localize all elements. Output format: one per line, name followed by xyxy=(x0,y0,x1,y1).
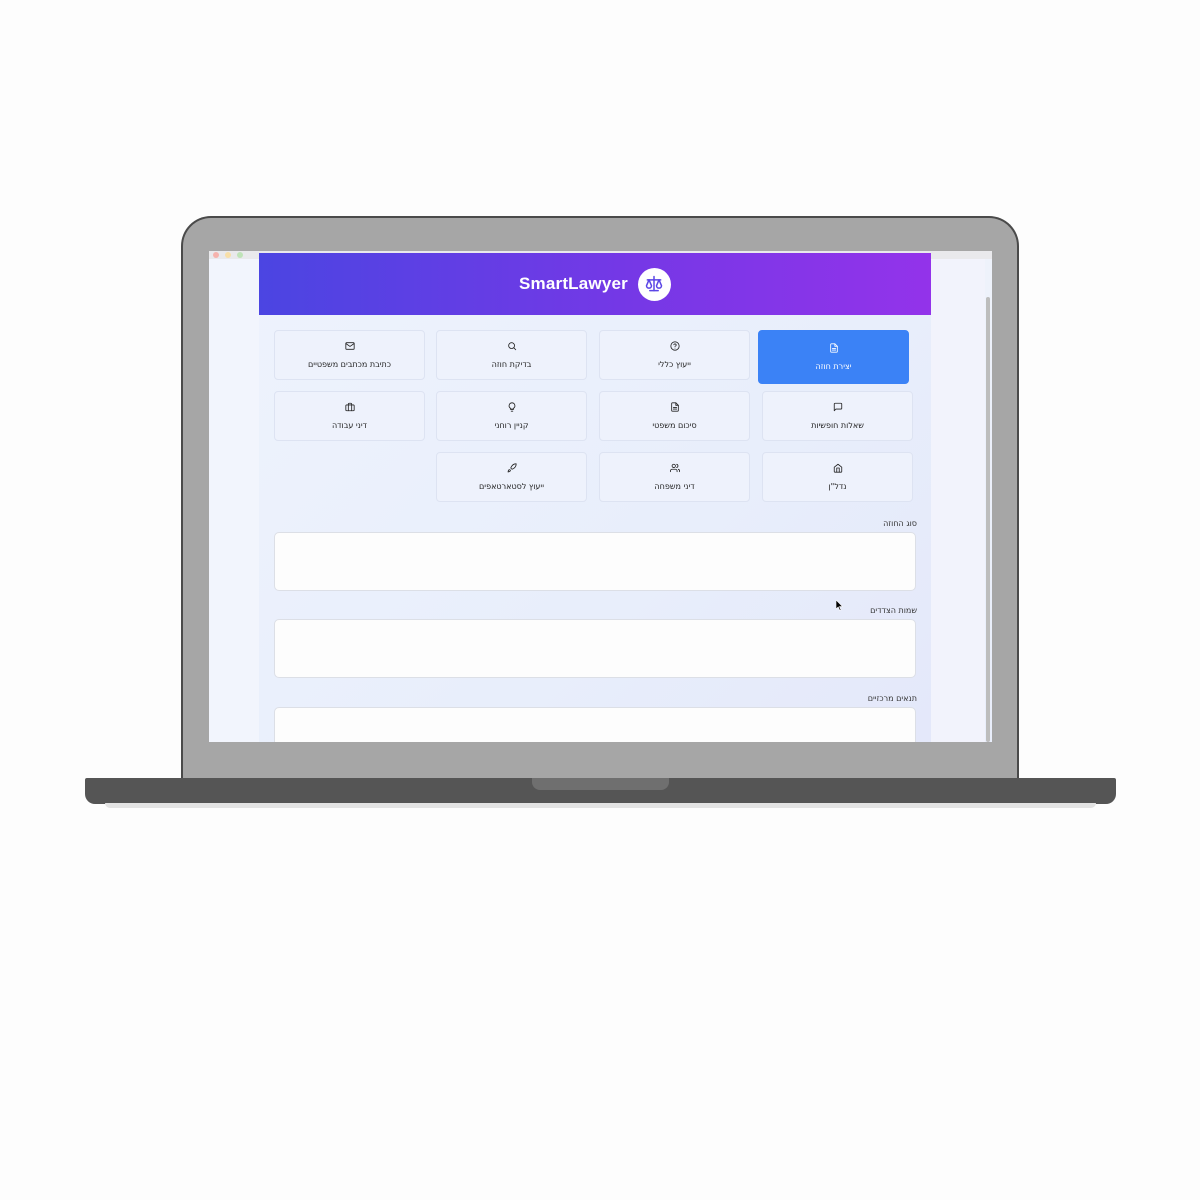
service-label: קניין רוחני xyxy=(494,421,529,430)
page-margin-right xyxy=(931,259,985,742)
service-label: בדיקת חוזה xyxy=(491,360,532,369)
document-icon xyxy=(670,402,679,412)
help-circle-icon xyxy=(669,341,680,351)
rocket-icon xyxy=(507,463,517,473)
zoom-window-button[interactable] xyxy=(237,252,243,258)
service-label: סיכום משפטי xyxy=(652,421,697,430)
service-label: ייעוץ כללי xyxy=(658,360,691,369)
service-card-contract-review[interactable]: בדיקת חוזה xyxy=(436,330,587,380)
app-header: SmartLawyer xyxy=(259,253,931,315)
mouse-cursor-icon xyxy=(836,600,844,611)
laptop-notch xyxy=(532,778,669,790)
service-label: דיני משפחה xyxy=(654,482,695,491)
service-label: יצירת חוזה xyxy=(815,362,852,371)
users-icon xyxy=(669,463,680,473)
logo xyxy=(637,267,671,301)
service-label: ייעוץ לסטארטאפים xyxy=(478,482,545,491)
app-container: SmartLawyer יצירת חוזה ייעוץ כללי בדיקת … xyxy=(259,253,931,742)
key-terms-label: תנאים מרכזיים xyxy=(867,694,917,703)
service-card-legal-letters[interactable]: כתיבת מכתבים משפטיים xyxy=(274,330,425,380)
service-label: שאלות חופשיות xyxy=(811,421,864,430)
page-margin-left xyxy=(209,259,259,742)
lightbulb-icon xyxy=(508,402,515,412)
file-text-icon xyxy=(829,343,838,353)
contract-type-input[interactable] xyxy=(274,532,916,591)
service-card-intellectual-property[interactable]: קניין רוחני xyxy=(436,391,587,441)
screen: SmartLawyer יצירת חוזה ייעוץ כללי בדיקת … xyxy=(209,251,992,742)
service-card-family-law[interactable]: דיני משפחה xyxy=(599,452,750,502)
service-card-legal-summary[interactable]: סיכום משפטי xyxy=(599,391,750,441)
brand-name: SmartLawyer xyxy=(519,274,628,293)
minimize-window-button[interactable] xyxy=(225,252,231,258)
laptop-shadow xyxy=(105,803,1096,808)
scales-icon xyxy=(646,275,663,292)
home-icon xyxy=(833,463,842,473)
service-card-labor-law[interactable]: דיני עבודה xyxy=(274,391,425,441)
service-card-real-estate[interactable]: נדל"ן xyxy=(762,452,913,502)
close-window-button[interactable] xyxy=(213,252,219,258)
service-card-free-questions[interactable]: שאלות חופשיות xyxy=(762,391,913,441)
party-names-input[interactable] xyxy=(274,619,916,678)
message-icon xyxy=(833,402,842,412)
service-label: דיני עבודה xyxy=(331,421,368,430)
contract-type-label: סוג החוזה xyxy=(883,519,917,528)
mail-icon xyxy=(344,342,355,350)
key-terms-input[interactable] xyxy=(274,707,916,742)
service-card-create-contract[interactable]: יצירת חוזה xyxy=(758,330,909,384)
service-card-startup-advice[interactable]: ייעוץ לסטארטאפים xyxy=(436,452,587,502)
briefcase-icon xyxy=(344,402,355,412)
search-icon xyxy=(507,342,516,351)
service-card-general-advice[interactable]: ייעוץ כללי xyxy=(599,330,750,380)
scrollbar[interactable] xyxy=(986,297,990,742)
service-label: נדל"ן xyxy=(828,482,847,491)
service-label: כתיבת מכתבים משפטיים xyxy=(307,360,392,369)
party-names-label: שמות הצדדים xyxy=(870,606,917,615)
